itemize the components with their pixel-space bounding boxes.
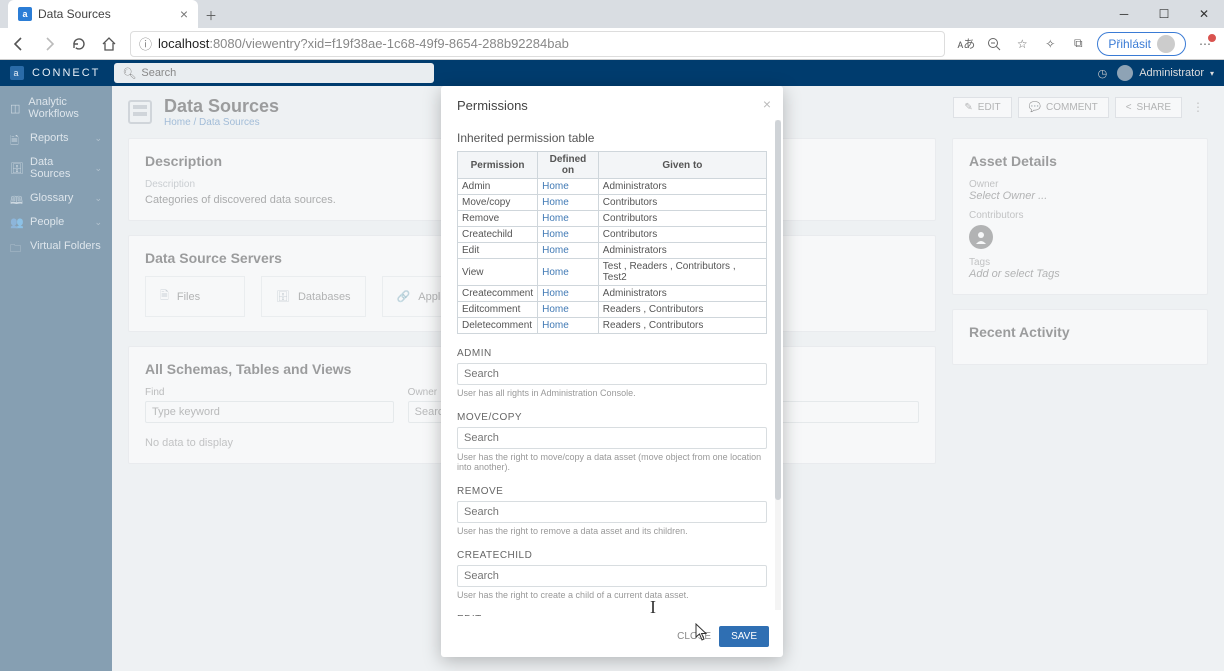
reading-list-icon[interactable]: ✧ xyxy=(1041,35,1059,53)
movecopy-hint: User has the right to move/copy a data a… xyxy=(457,452,767,472)
defined-link[interactable]: Home xyxy=(542,320,569,331)
defined-link[interactable]: Home xyxy=(542,181,569,192)
browser-menu-icon[interactable]: ⋯ xyxy=(1196,35,1214,53)
table-row: DeletecommentHomeReaders , Contributors xyxy=(458,318,767,334)
table-row: CreatecommentHomeAdministrators xyxy=(458,286,767,302)
table-row: EditcommentHomeReaders , Contributors xyxy=(458,302,767,318)
table-row: CreatechildHomeContributors xyxy=(458,227,767,243)
window-close-icon[interactable]: ✕ xyxy=(1184,0,1224,28)
home-button[interactable] xyxy=(100,35,118,53)
app-header: a CONNECT 🔍︎ Search ◷ Administrator ▾ xyxy=(0,60,1224,86)
window-minimize-icon[interactable]: ─ xyxy=(1104,0,1144,28)
table-row: RemoveHomeContributors xyxy=(458,211,767,227)
createchild-hint: User has the right to create a child of … xyxy=(457,590,767,600)
tab-close-icon[interactable]: × xyxy=(180,6,188,22)
history-icon[interactable]: ◷ xyxy=(1098,67,1108,80)
user-menu[interactable]: Administrator ▾ xyxy=(1117,65,1214,81)
remove-search-input[interactable] xyxy=(457,501,767,523)
tab-favicon: a xyxy=(18,7,32,21)
createchild-search-input[interactable] xyxy=(457,565,767,587)
url-host: localhost xyxy=(158,36,209,51)
defined-link[interactable]: Home xyxy=(542,267,569,278)
site-info-icon[interactable]: ⓘ xyxy=(139,34,152,53)
table-row: ViewHomeTest , Readers , Contributors , … xyxy=(458,259,767,286)
browser-tab-bar: a Data Sources × ＋ ─ ☐ ✕ xyxy=(0,0,1224,28)
th-given: Given to xyxy=(598,152,766,179)
translate-icon[interactable]: ᴀあ xyxy=(957,35,975,53)
defined-link[interactable]: Home xyxy=(542,213,569,224)
collections-icon[interactable]: ⧉ xyxy=(1069,35,1087,53)
app-brand: CONNECT xyxy=(32,67,100,79)
tab-title: Data Sources xyxy=(38,7,111,21)
remove-hint: User has the right to remove a data asse… xyxy=(457,526,767,536)
table-row: AdminHomeAdministrators xyxy=(458,179,767,195)
defined-link[interactable]: Home xyxy=(542,197,569,208)
section-createchild-title: CREATECHILD xyxy=(457,550,767,561)
favorite-icon[interactable]: ☆ xyxy=(1013,35,1031,53)
scrollbar-thumb[interactable] xyxy=(775,120,781,500)
chevron-down-icon: ▾ xyxy=(1210,69,1214,78)
modal-close-icon[interactable]: × xyxy=(763,96,771,112)
section-admin-title: ADMIN xyxy=(457,348,767,359)
profile-avatar-icon xyxy=(1157,35,1175,53)
defined-link[interactable]: Home xyxy=(542,229,569,240)
admin-hint: User has all rights in Administration Co… xyxy=(457,388,767,398)
table-row: Move/copyHomeContributors xyxy=(458,195,767,211)
table-title: Inherited permission table xyxy=(457,131,767,145)
th-defined: Defined on xyxy=(538,152,599,179)
login-label: Přihlásit xyxy=(1108,37,1151,51)
permissions-modal: Permissions × Inherited permission table… xyxy=(441,86,783,657)
user-avatar-icon xyxy=(1117,65,1133,81)
forward-button xyxy=(40,35,58,53)
section-movecopy-title: MOVE/COPY xyxy=(457,412,767,423)
table-row: EditHomeAdministrators xyxy=(458,243,767,259)
zoom-icon[interactable] xyxy=(985,35,1003,53)
defined-link[interactable]: Home xyxy=(542,288,569,299)
window-maximize-icon[interactable]: ☐ xyxy=(1144,0,1184,28)
section-remove-title: REMOVE xyxy=(457,486,767,497)
back-button[interactable] xyxy=(10,35,28,53)
modal-title: Permissions xyxy=(457,98,528,113)
th-permission: Permission xyxy=(458,152,538,179)
movecopy-search-input[interactable] xyxy=(457,427,767,449)
new-tab-button[interactable]: ＋ xyxy=(198,2,224,28)
save-button[interactable]: SAVE xyxy=(719,626,769,647)
address-bar[interactable]: ⓘ localhost:8080/viewentry?xid=f19f38ae-… xyxy=(130,31,945,57)
admin-search-input[interactable] xyxy=(457,363,767,385)
app-search-input[interactable]: 🔍︎ Search xyxy=(114,63,434,83)
modal-overlay: Permissions × Inherited permission table… xyxy=(0,86,1224,671)
user-name: Administrator xyxy=(1139,67,1204,79)
inherited-permission-table: Permission Defined on Given to AdminHome… xyxy=(457,151,767,334)
search-icon: 🔍︎ xyxy=(122,67,136,80)
login-button[interactable]: Přihlásit xyxy=(1097,32,1186,56)
app-search-placeholder: Search xyxy=(141,67,176,79)
url-path: :8080/viewentry?xid=f19f38ae-1c68-49f9-8… xyxy=(209,36,569,51)
reload-button[interactable] xyxy=(70,35,88,53)
browser-tab[interactable]: a Data Sources × xyxy=(8,0,198,28)
close-button[interactable]: CLOSE xyxy=(677,631,711,642)
defined-link[interactable]: Home xyxy=(542,245,569,256)
defined-link[interactable]: Home xyxy=(542,304,569,315)
app-logo-icon[interactable]: a xyxy=(10,66,24,80)
